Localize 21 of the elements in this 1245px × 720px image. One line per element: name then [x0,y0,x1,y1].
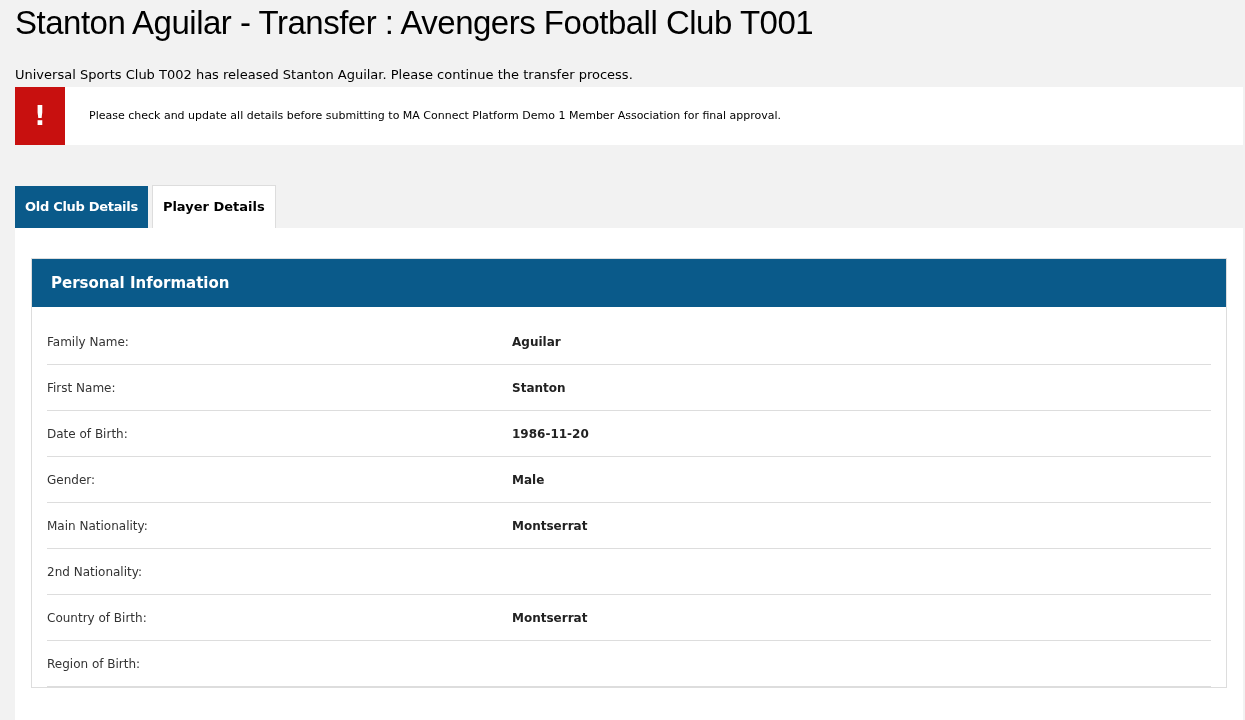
field-value: Stanton [512,379,566,397]
field-label: Region of Birth: [47,655,142,673]
field-value: Aguilar [512,333,561,351]
field-value: Montserrat [512,517,588,535]
field-value: Montserrat [512,609,588,627]
field-label: 2nd Nationality: [47,563,143,581]
field-label: Gender: [47,471,97,489]
alert-icon: ! [15,87,65,145]
field-value: 1986-11-20 [512,425,589,443]
field-label: Family Name: [47,333,130,351]
tab[interactable]: Player Details [151,185,276,228]
field-label: Main Nationality: [47,517,149,535]
tab[interactable]: Old Club Details [15,186,148,228]
field-label: Date of Birth: [47,425,129,443]
status-message: Universal Sports Club T002 has released Stanton Aguilar. Please continue the transfer process. [15,66,634,84]
field-label: Country of Birth: [47,609,148,627]
section-header: Personal Information [32,259,1226,307]
field-label: First Name: [47,379,117,397]
page-title: Stanton Aguilar - Transfer : Avengers Football Club T001 [15,3,815,43]
field-value: Male [512,471,545,489]
alert-text: Please check and update all details before submitting to MA Connect Platform Demo 1 Member Association for final approval. [89,107,782,124]
